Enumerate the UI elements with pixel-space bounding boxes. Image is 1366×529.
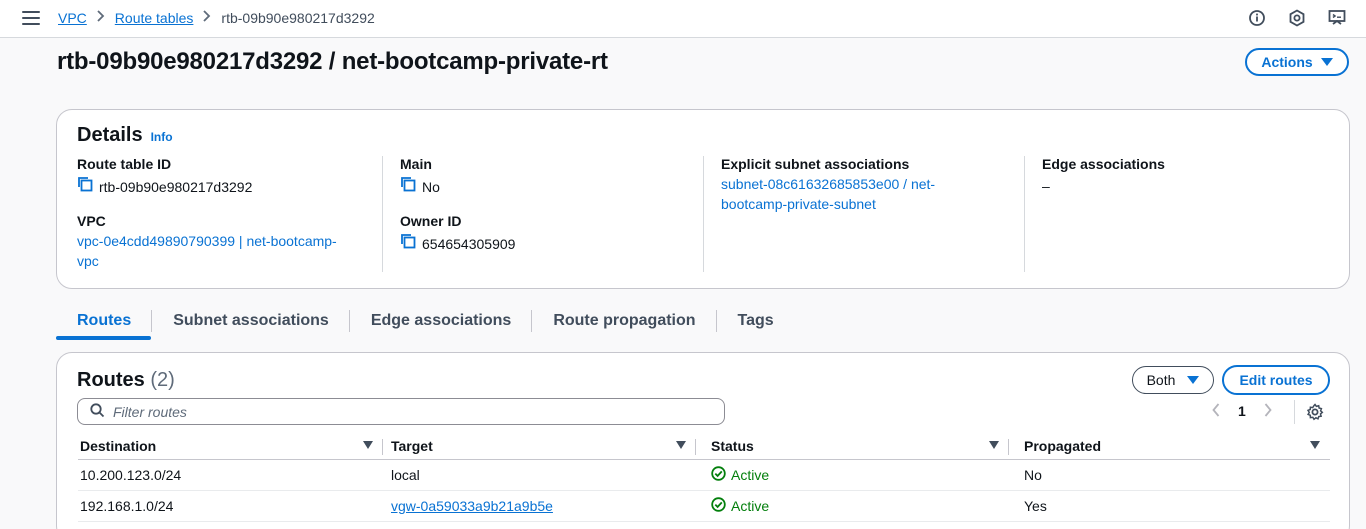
- owner-id-text: 654654305909: [422, 235, 516, 252]
- cell-target: vgw-0a59033a9b21a9b5e: [383, 490, 696, 522]
- vpc-link[interactable]: vpc-0e4cdd49890790399 | net-bootcamp- vp…: [77, 231, 377, 271]
- owner-id-label: Owner ID: [400, 213, 462, 229]
- sort-caret-icon[interactable]: [676, 441, 686, 449]
- details-panel: Details Info Route table ID rtb-09b90e98…: [56, 109, 1350, 289]
- details-column-1: Route table ID rtb-09b90e980217d3292 VPC…: [77, 156, 377, 272]
- copy-icon[interactable]: [400, 176, 416, 197]
- owner-id-value: 654654305909: [400, 233, 703, 254]
- sort-caret-icon[interactable]: [989, 441, 999, 449]
- search-icon: [90, 402, 105, 421]
- vpc-link-line-1[interactable]: vpc-0e4cdd49890790399 | net-bootcamp-: [77, 231, 377, 251]
- actions-button-label: Actions: [1261, 54, 1313, 70]
- explicit-subnet-link-line-1[interactable]: subnet-08c61632685853e00 / net-: [721, 174, 1024, 194]
- details-column-4: Edge associations –: [1024, 156, 1324, 272]
- cell-destination: 10.200.123.0/24: [78, 459, 383, 491]
- info-link[interactable]: Info: [151, 130, 173, 144]
- breadcrumb-vpc-link[interactable]: VPC: [58, 10, 87, 26]
- explicit-subnet-link-line-2[interactable]: bootcamp-private-subnet: [721, 194, 1024, 214]
- page-number[interactable]: 1: [1238, 403, 1246, 419]
- status-check-icon: [711, 496, 726, 515]
- routes-panel: Routes (2) Both Edit routes 1 Destinatio…: [56, 352, 1350, 529]
- cell-propagated: No: [1009, 459, 1330, 491]
- actions-button[interactable]: Actions: [1245, 48, 1349, 76]
- breadcrumb-route-tables-link[interactable]: Route tables: [115, 10, 194, 26]
- cell-status: Active: [696, 490, 1009, 522]
- status-text: Active: [731, 466, 770, 483]
- routes-heading: Routes (2): [77, 369, 175, 392]
- main-value: No: [400, 176, 703, 197]
- route-table-id-text: rtb-09b90e980217d3292: [99, 178, 253, 195]
- main-label: Main: [400, 156, 432, 172]
- details-column-2: Main No Owner ID 654654305909: [382, 156, 703, 272]
- vpc-link-line-2[interactable]: vpc: [77, 251, 377, 271]
- edit-routes-button[interactable]: Edit routes: [1222, 365, 1330, 395]
- routes-heading-text: Routes: [77, 369, 145, 391]
- edit-routes-label: Edit routes: [1239, 372, 1313, 388]
- explicit-subnet-associations-label: Explicit subnet associations: [721, 156, 910, 172]
- route-filter-label: Both: [1146, 372, 1176, 388]
- route-table-id-value: rtb-09b90e980217d3292: [77, 176, 377, 197]
- copy-icon[interactable]: [77, 176, 93, 197]
- tab-edge-associations[interactable]: Edge associations: [350, 308, 532, 340]
- divider: [1294, 400, 1295, 424]
- main-value-text: No: [422, 178, 440, 195]
- routes-table: Destination Target Status Propagated 10.…: [78, 433, 1330, 522]
- cell-destination: 192.168.1.0/24: [78, 490, 383, 522]
- menu-icon[interactable]: [22, 11, 40, 25]
- details-header: Details Info: [77, 124, 173, 147]
- edge-associations-value: –: [1042, 178, 1050, 194]
- column-header-status[interactable]: Status: [696, 433, 1009, 460]
- route-filter-dropdown[interactable]: Both: [1132, 366, 1214, 394]
- details-heading: Details: [77, 124, 143, 146]
- cell-status: Active: [696, 459, 1009, 491]
- cell-propagated: Yes: [1009, 490, 1330, 522]
- tab-tags[interactable]: Tags: [717, 308, 794, 340]
- chevron-left-icon[interactable]: [1212, 402, 1220, 420]
- chevron-right-icon: [203, 10, 211, 26]
- vpc-label: VPC: [77, 213, 106, 229]
- info-circle-icon[interactable]: [1248, 9, 1266, 27]
- routes-count: (2): [150, 369, 175, 391]
- copy-icon[interactable]: [400, 233, 416, 254]
- settings-gear-icon[interactable]: [1306, 403, 1324, 424]
- explicit-subnet-link[interactable]: subnet-08c61632685853e00 / net- bootcamp…: [721, 174, 1024, 214]
- table-row[interactable]: 192.168.1.0/24 vgw-0a59033a9b21a9b5e Act…: [78, 490, 1330, 522]
- breadcrumb-current: rtb-09b90e980217d3292: [221, 10, 375, 26]
- route-table-id-label: Route table ID: [77, 156, 172, 172]
- sort-caret-icon[interactable]: [363, 441, 373, 449]
- filter-routes-search[interactable]: [77, 398, 725, 425]
- breadcrumb: VPC Route tables rtb-09b90e980217d3292: [58, 10, 375, 26]
- tab-routes[interactable]: Routes: [56, 308, 152, 340]
- table-header-row: Destination Target Status Propagated: [78, 433, 1330, 460]
- top-navigation-bar: VPC Route tables rtb-09b90e980217d3292: [0, 0, 1366, 38]
- caret-down-icon: [1320, 58, 1333, 66]
- column-header-destination[interactable]: Destination: [78, 433, 383, 460]
- column-header-target[interactable]: Target: [383, 433, 696, 460]
- chevron-right-icon[interactable]: [1264, 402, 1272, 420]
- table-row[interactable]: 10.200.123.0/24 local Active No: [78, 459, 1330, 491]
- top-icons: [1248, 9, 1346, 27]
- feedback-icon[interactable]: [1328, 9, 1346, 27]
- chevron-right-icon: [97, 10, 105, 26]
- status-check-icon: [711, 465, 726, 484]
- tabs: Routes Subnet associations Edge associat…: [56, 308, 794, 340]
- pagination: 1: [1212, 402, 1272, 420]
- column-header-propagated[interactable]: Propagated: [1009, 433, 1330, 460]
- notification-icon[interactable]: [1288, 9, 1306, 27]
- sort-caret-icon[interactable]: [1310, 441, 1320, 449]
- tab-subnet-associations[interactable]: Subnet associations: [152, 308, 349, 340]
- tab-route-propagation[interactable]: Route propagation: [532, 308, 715, 340]
- edge-associations-label: Edge associations: [1042, 156, 1165, 172]
- cell-target: local: [383, 459, 696, 491]
- details-column-3: Explicit subnet associations subnet-08c6…: [703, 156, 1024, 272]
- status-text: Active: [731, 497, 770, 514]
- page-title: rtb-09b90e980217d3292 / net-bootcamp-pri…: [57, 48, 608, 75]
- caret-down-icon: [1187, 376, 1200, 384]
- search-input[interactable]: [113, 403, 673, 420]
- target-link[interactable]: vgw-0a59033a9b21a9b5e: [391, 498, 553, 514]
